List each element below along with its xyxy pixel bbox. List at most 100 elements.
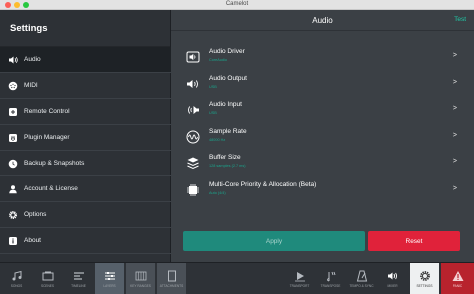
buffer-size-row[interactable]: Buffer Size 128 samples (2.7 ms) > [183, 150, 465, 177]
audio-settings-panel: Audio Test Audio Driver CoreAudio > Audi… [171, 10, 474, 262]
row-label: Buffer Size [209, 154, 241, 161]
chevron-right-icon: > [452, 158, 457, 165]
toolbar-songs[interactable]: SONGS [2, 263, 31, 294]
sidebar-item-label: Backup & Snapshots [24, 159, 85, 167]
row-value: 48000 Hz [209, 137, 226, 142]
chevron-right-icon: > [452, 105, 457, 112]
toolbar-timeline[interactable]: TIMELINE [64, 263, 93, 294]
page-title: Audio [312, 16, 333, 25]
panic-icon [452, 269, 464, 281]
row-label: Audio Input [209, 101, 242, 108]
toolbar-attachments[interactable]: ATTACHMENTS [157, 263, 186, 294]
row-label: Audio Driver [209, 48, 245, 55]
waveform-icon [186, 130, 200, 144]
gear-icon [8, 210, 18, 220]
layers-icon [104, 269, 116, 281]
mixer-speaker-icon [387, 269, 399, 281]
bottom-toolbar: SONGS SCENES TIMELINE LAYERS KEY RANGES … [0, 262, 474, 294]
toolbar-scenes[interactable]: SCENES [33, 263, 62, 294]
toolbar-label: TEMPO & SYNC [349, 284, 374, 288]
toolbar-label: MIXER [387, 284, 398, 288]
sidebar-item-audio[interactable]: Audio [0, 47, 171, 73]
chevron-right-icon: > [452, 184, 457, 192]
sidebar-item-backup-snapshots[interactable]: Backup & Snapshots [0, 151, 171, 177]
sidebar-list: Audio MIDI Remote Control Plugin Manager… [0, 47, 171, 255]
sidebar-item-options[interactable]: Options [0, 202, 171, 229]
row-value: Auto (4/4) [209, 190, 226, 195]
cpu-icon [186, 183, 200, 197]
multi-core-row[interactable]: Multi-Core Priority & Allocation (Beta) … [183, 177, 465, 204]
sidebar-item-plugin-manager[interactable]: Plugin Manager [0, 125, 171, 151]
apply-button[interactable]: Apply [183, 231, 365, 251]
toolbar-panic[interactable]: PANIC [441, 263, 474, 294]
remote-icon [8, 107, 18, 117]
chevron-right-icon: > [452, 78, 457, 86]
toolbar-label: SCENES [40, 284, 55, 288]
row-label: Sample Rate [209, 127, 247, 135]
chevron-right-icon: > [452, 131, 457, 139]
backup-icon [8, 159, 18, 169]
row-value: CoreAudio [209, 58, 227, 62]
toolbar-transport[interactable]: TRANSPORT [285, 263, 314, 294]
audio-input-icon [186, 103, 200, 117]
settings-sidebar: Settings Audio MIDI Remote Control Plugi… [0, 10, 171, 262]
sidebar-item-label: Remote Control [24, 107, 70, 115]
toolbar-label: TRANSPOSE [320, 284, 341, 288]
row-label: Audio Output [209, 74, 247, 82]
toolbar-label: ATTACHMENTS [159, 284, 184, 288]
audio-output-row[interactable]: Audio Output USB > [183, 71, 465, 98]
toolbar-label: KEY RANGES [130, 284, 151, 288]
transpose-icon [325, 269, 337, 282]
toolbar-key-ranges[interactable]: KEY RANGES [126, 263, 155, 294]
plug-icon [8, 133, 18, 143]
toolbar-label: TIMELINE [71, 284, 86, 288]
toolbar-settings[interactable]: SETTINGS [410, 263, 439, 294]
toolbar-label: SONGS [10, 284, 23, 288]
window-title: Camelot [225, 1, 249, 7]
toolbar-layers[interactable]: LAYERS [95, 263, 124, 294]
sample-rate-row[interactable]: Sample Rate 48000 Hz > [183, 124, 465, 151]
settings-gear-icon [419, 269, 431, 281]
sidebar-item-label: Options [24, 211, 47, 219]
sidebar-item-label: Account & License [24, 185, 78, 193]
timeline-icon [73, 269, 85, 281]
audio-driver-icon [186, 50, 200, 64]
row-value: USB [209, 84, 217, 89]
sidebar-item-label: Plugin Manager [24, 133, 70, 141]
buffer-stack-icon [186, 156, 200, 170]
attachments-icon [166, 269, 178, 282]
row-value: 128 samples (2.7 ms) [209, 164, 246, 168]
sidebar-item-label: MIDI [24, 81, 38, 89]
scenes-icon [42, 269, 54, 281]
toolbar-label: SETTINGS [416, 284, 433, 288]
settings-rows: Audio Driver CoreAudio > Audio Output US… [183, 44, 465, 203]
metronome-icon [356, 269, 368, 282]
panel-header: Audio Test [171, 10, 474, 31]
reset-button[interactable]: Reset [368, 231, 460, 251]
sidebar-item-account-license[interactable]: Account & License [0, 176, 171, 203]
sidebar-item-label: Audio [24, 55, 41, 63]
audio-input-row[interactable]: Audio Input USB > [183, 97, 465, 124]
sidebar-item-about[interactable]: About [0, 228, 171, 255]
toolbar-mixer[interactable]: MIXER [378, 263, 407, 294]
toolbar-transpose[interactable]: TRANSPOSE [316, 263, 345, 294]
sidebar-item-label: About [24, 237, 41, 245]
audio-driver-row[interactable]: Audio Driver CoreAudio > [183, 44, 465, 71]
key-ranges-icon [135, 269, 147, 281]
title-bar: Camelot [0, 0, 474, 10]
test-button[interactable]: Test [454, 16, 466, 23]
row-label: Multi-Core Priority & Allocation (Beta) [209, 180, 317, 188]
sidebar-title: Settings [0, 10, 170, 47]
user-icon [8, 184, 18, 194]
sidebar-item-remote-control[interactable]: Remote Control [0, 99, 171, 125]
music-icon [11, 269, 23, 281]
midi-icon [8, 81, 18, 91]
transport-icon [294, 269, 306, 282]
toolbar-label: TRANSPORT [289, 284, 310, 288]
toolbar-tempo-sync[interactable]: TEMPO & SYNC [347, 263, 376, 294]
chevron-right-icon: > [452, 52, 457, 59]
audio-output-icon [186, 77, 200, 91]
sidebar-item-midi[interactable]: MIDI [0, 73, 171, 99]
speaker-icon [8, 55, 18, 65]
toolbar-label: PANIC [452, 284, 463, 288]
